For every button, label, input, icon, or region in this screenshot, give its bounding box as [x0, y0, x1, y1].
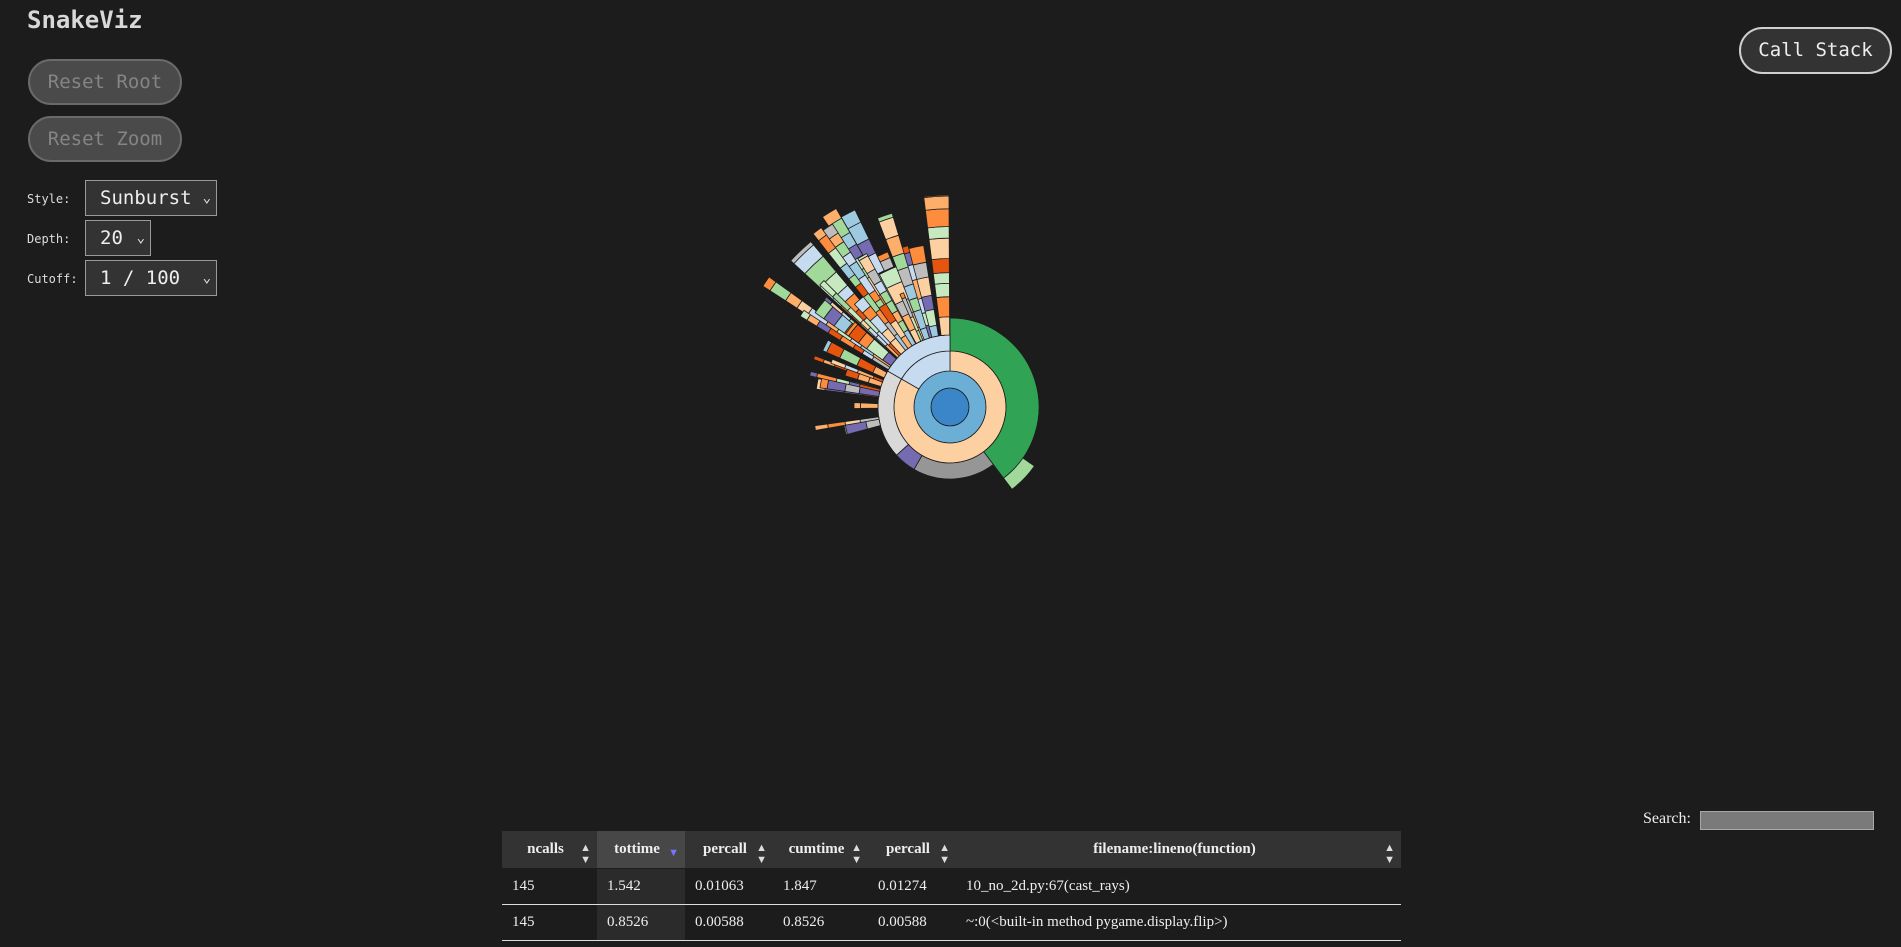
- cell-percall-cum: 0.00588: [868, 904, 956, 941]
- column-header-filename[interactable]: filename:lineno(function) ▲ ▼: [956, 831, 1401, 869]
- cell-function: 10_no_2d.py:67(cast_rays): [956, 868, 1401, 905]
- table-row[interactable]: 145 0.8526 0.00588 0.8526 0.00588 ~:0(<b…: [502, 904, 1401, 941]
- cell-percall-cum: 0.01274: [868, 868, 956, 905]
- table-row[interactable]: 145 1.542 0.01063 1.847 0.01274 10_no_2d…: [502, 868, 1401, 905]
- cell-tottime: 1.542: [597, 868, 685, 905]
- column-header-percall-cum[interactable]: percall ▲ ▼: [868, 831, 956, 869]
- column-header-tottime[interactable]: tottime ▼: [597, 831, 685, 869]
- column-header-cumtime[interactable]: cumtime ▲ ▼: [773, 831, 868, 869]
- sunburst-segment[interactable]: [924, 208, 950, 229]
- search-input[interactable]: [1700, 811, 1874, 830]
- column-header-percall[interactable]: percall ▲ ▼: [685, 831, 773, 869]
- cell-cumtime: 1.847: [773, 868, 868, 905]
- cell-ncalls: 145: [502, 904, 597, 941]
- table-header-row: ncalls ▲ ▼ tottime ▼ percall ▲ ▼ cumtime ▲…: [502, 831, 1401, 869]
- column-header-label: percall: [703, 841, 747, 857]
- sunburst-segment[interactable]: [927, 226, 950, 240]
- sunburst-segment[interactable]: [814, 423, 829, 431]
- column-header-label: ncalls: [527, 841, 564, 857]
- sunburst-segment[interactable]: [932, 272, 950, 285]
- sunburst-segment[interactable]: [827, 421, 846, 429]
- sort-icon: ▲ ▼: [1384, 842, 1395, 866]
- column-header-label: percall: [886, 841, 930, 857]
- sort-icon: ▲ ▼: [851, 842, 862, 866]
- column-header-label: tottime: [614, 841, 660, 857]
- cell-function: ~:0(<built-in method pygame.display.flip…: [956, 904, 1401, 941]
- sunburst-segment[interactable]: [928, 237, 950, 261]
- cell-cumtime: 0.8526: [773, 904, 868, 941]
- sunburst-segment[interactable]: [860, 402, 879, 409]
- stats-table: ncalls ▲ ▼ tottime ▼ percall ▲ ▼ cumtime ▲…: [502, 831, 1401, 941]
- sunburst-chart[interactable]: [0, 0, 1901, 947]
- column-header-ncalls[interactable]: ncalls ▲ ▼: [502, 831, 597, 869]
- sunburst-segment[interactable]: [813, 355, 825, 364]
- sunburst-segment[interactable]: [934, 282, 950, 298]
- cell-percall: 0.00588: [685, 904, 773, 941]
- search-label: Search:: [1643, 810, 1691, 827]
- sort-descending-icon: ▼: [668, 847, 679, 859]
- sunburst-segment[interactable]: [938, 316, 951, 337]
- sunburst-segment[interactable]: [931, 258, 950, 275]
- sunburst-segment[interactable]: [809, 370, 819, 378]
- column-header-label: filename:lineno(function): [1093, 841, 1256, 857]
- sort-icon: ▲ ▼: [939, 842, 950, 866]
- cell-ncalls: 145: [502, 868, 597, 905]
- sort-icon: ▲ ▼: [580, 842, 591, 866]
- column-header-label: cumtime: [788, 841, 845, 857]
- sort-icon: ▲ ▼: [756, 842, 767, 866]
- cell-percall: 0.01063: [685, 868, 773, 905]
- sunburst-segment[interactable]: [853, 402, 861, 409]
- cell-tottime: 0.8526: [597, 904, 685, 941]
- sunburst-segment[interactable]: [923, 195, 950, 211]
- sunburst-segment[interactable]: [935, 296, 950, 318]
